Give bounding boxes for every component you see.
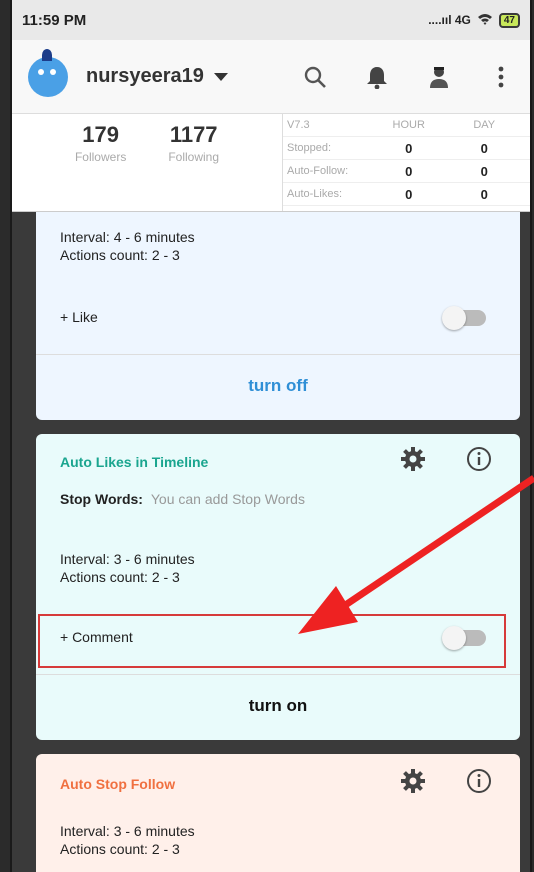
divider bbox=[36, 354, 520, 355]
interval-text: Interval: 3 - 6 minutes bbox=[60, 823, 195, 839]
actions-count-text: Actions count: 2 - 3 bbox=[60, 841, 180, 857]
divider bbox=[36, 674, 520, 675]
auto-stop-follow-card: Auto Stop Follow Interval: 3 - 6 minutes… bbox=[36, 754, 520, 872]
followers-stat[interactable]: 179 Followers bbox=[75, 122, 126, 211]
user-icon[interactable] bbox=[426, 64, 452, 90]
gear-icon[interactable] bbox=[400, 768, 426, 794]
search-icon[interactable] bbox=[302, 64, 328, 90]
info-icon[interactable] bbox=[466, 446, 492, 472]
card-title: Auto Stop Follow bbox=[60, 776, 176, 792]
auto-likes-timeline-card: Auto Likes in Timeline Stop Words: You c… bbox=[36, 434, 520, 740]
auto-like-card: Interval: 4 - 6 minutes Actions count: 2… bbox=[36, 212, 520, 420]
activity-table-header: V7.3 HOUR DAY bbox=[283, 114, 530, 137]
table-row: Auto-Follow: 0 0 bbox=[283, 160, 530, 183]
profile-stats: 179 Followers 1177 Following V7.3 HOUR D… bbox=[12, 114, 530, 212]
wifi-icon bbox=[477, 13, 493, 28]
table-row: Stopped: 0 0 bbox=[283, 137, 530, 160]
card-title: Auto Likes in Timeline bbox=[60, 454, 209, 470]
interval-text: Interval: 4 - 6 minutes bbox=[60, 229, 195, 245]
like-toggle[interactable] bbox=[442, 306, 486, 330]
actions-count-text: Actions count: 2 - 3 bbox=[60, 247, 180, 263]
stop-words-label: Stop Words: bbox=[60, 491, 143, 507]
interval-text: Interval: 3 - 6 minutes bbox=[60, 551, 195, 567]
more-vert-icon[interactable] bbox=[488, 64, 514, 90]
app-header: nursyeera19 bbox=[12, 40, 530, 114]
like-option-label: + Like bbox=[60, 309, 98, 325]
actions-count-text: Actions count: 2 - 3 bbox=[60, 569, 180, 585]
gear-icon[interactable] bbox=[400, 446, 426, 472]
following-stat[interactable]: 1177 Following bbox=[168, 122, 219, 211]
turn-off-button[interactable]: turn off bbox=[36, 376, 520, 396]
turn-on-button[interactable]: turn on bbox=[36, 696, 520, 716]
activity-table: V7.3 HOUR DAY Stopped: 0 0 Auto-Follow: … bbox=[282, 114, 530, 211]
chevron-down-icon[interactable] bbox=[213, 72, 228, 81]
status-bar: 11:59 PM ....ııl 4G 47 bbox=[12, 0, 530, 40]
account-username[interactable]: nursyeera19 bbox=[86, 65, 204, 88]
bell-icon[interactable] bbox=[364, 64, 390, 90]
info-icon[interactable] bbox=[466, 768, 492, 794]
highlight-box bbox=[38, 614, 506, 668]
battery-indicator: 47 bbox=[498, 12, 520, 28]
phone-screen: 11:59 PM ....ııl 4G 47 nursyeera19 179 F… bbox=[10, 0, 532, 872]
status-time: 11:59 PM bbox=[22, 11, 87, 29]
stop-words-input[interactable]: You can add Stop Words bbox=[151, 491, 305, 507]
table-row: Auto-Likes: 0 0 bbox=[283, 183, 530, 206]
avatar[interactable] bbox=[28, 48, 68, 97]
network-indicator: ....ııl 4G bbox=[428, 13, 471, 27]
